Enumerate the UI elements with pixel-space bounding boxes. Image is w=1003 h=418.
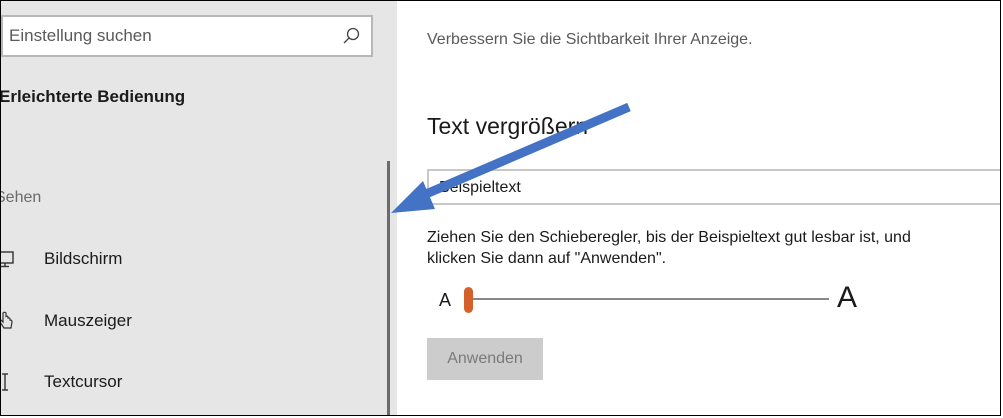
sample-text: Beispieltext <box>439 179 521 196</box>
sidebar-item-textcursor[interactable]: Textcursor <box>1 362 381 402</box>
sidebar-title: Erleichterte Bedienung <box>0 87 186 106</box>
slider-thumb[interactable] <box>464 287 473 313</box>
slider-min-label: A <box>439 290 452 310</box>
sidebar-item-mauszeiger[interactable]: Mauszeiger <box>1 301 381 341</box>
sample-text-box: Beispieltext <box>427 169 1000 205</box>
search-box[interactable] <box>1 15 373 57</box>
instruction-text: Ziehen Sie den Schieberegler, bis der Be… <box>427 227 1000 269</box>
text-cursor-icon <box>2 373 8 391</box>
settings-window: Erleichterte Bedienung Sehen Bildschirm … <box>0 0 1001 416</box>
apply-button[interactable]: Anwenden <box>427 338 543 380</box>
monitor-icon <box>1 251 14 268</box>
text-size-slider[interactable] <box>467 298 829 300</box>
instruction-line-1: Ziehen Sie den Schieberegler, bis der Be… <box>427 229 911 246</box>
sidebar-item-bildschirm[interactable]: Bildschirm <box>1 239 381 279</box>
sidebar-item-label: Textcursor <box>44 372 123 391</box>
sidebar-item-label: Bildschirm <box>44 249 123 268</box>
mouse-pointer-icon <box>1 311 13 329</box>
group-label-sehen: Sehen <box>1 189 42 206</box>
section-heading: Text vergrößern <box>427 113 589 139</box>
instruction-line-2: klicken Sie dann auf "Anwenden". <box>427 250 667 267</box>
sidebar: Erleichterte Bedienung Sehen Bildschirm … <box>0 1 397 415</box>
search-input[interactable] <box>9 17 329 55</box>
sidebar-scrollbar[interactable] <box>387 161 390 415</box>
sidebar-item-label: Mauszeiger <box>44 311 132 330</box>
main-content: Verbessern Sie die Sichtbarkeit Ihrer An… <box>397 1 1000 415</box>
page-subtitle: Verbessern Sie die Sichtbarkeit Ihrer An… <box>427 31 753 48</box>
search-icon[interactable] <box>341 26 361 46</box>
slider-max-label: A <box>837 281 858 314</box>
